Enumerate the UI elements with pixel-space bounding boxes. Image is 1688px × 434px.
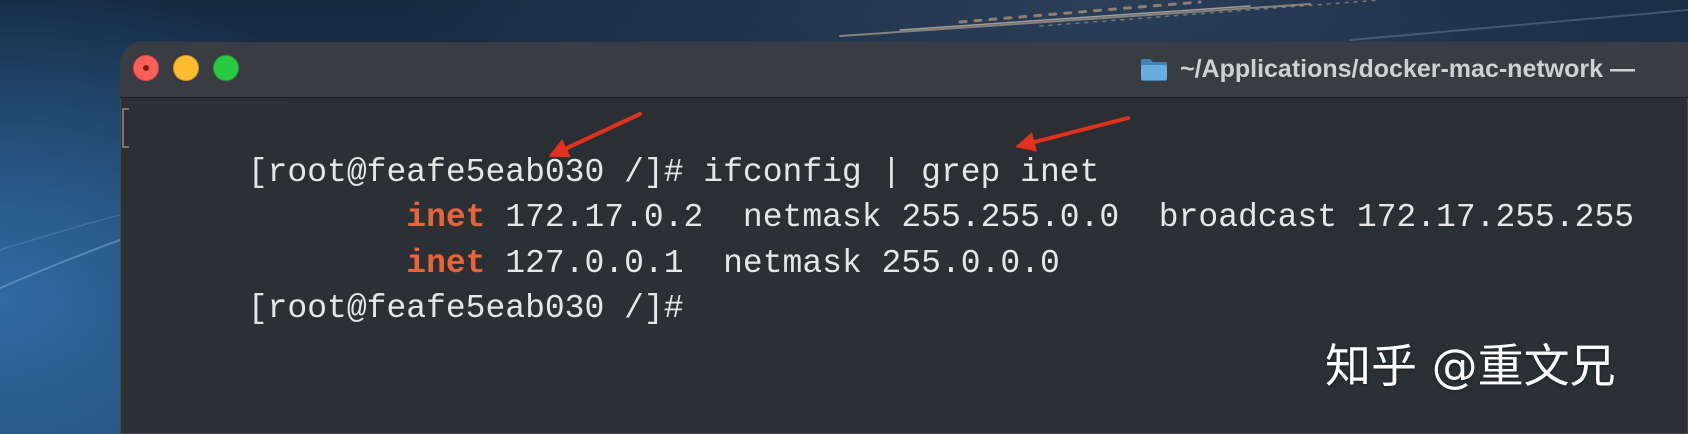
- close-icon: [143, 65, 149, 71]
- output-keyword: inet: [406, 199, 486, 236]
- command-text: ifconfig | grep inet: [683, 153, 1100, 191]
- command-mark-indicator: [122, 108, 129, 148]
- output-indent: [248, 199, 406, 236]
- output-text: 172.17.0.2 netmask 255.255.0.0 broadcast…: [485, 199, 1635, 236]
- window-title: ~/Applications/docker-mac-network —: [1180, 55, 1635, 83]
- title-bar[interactable]: ~/Applications/docker-mac-network —: [120, 42, 1688, 98]
- terminal-line: [root@feafe5eab030 /]# ifconfig | grep i…: [129, 104, 1688, 191]
- minimize-button[interactable]: [173, 55, 199, 81]
- shell-prompt: [root@feafe5eab030 /]#: [247, 290, 684, 327]
- watermark: 知乎 @重文兄: [1325, 339, 1616, 393]
- close-button[interactable]: [133, 55, 159, 81]
- zoom-button[interactable]: [213, 55, 239, 81]
- shell-prompt: [root@feafe5eab030 /]#: [247, 153, 684, 191]
- folder-icon: [1141, 59, 1167, 81]
- output-text: 127.0.0.1 netmask 255.0.0.0: [485, 244, 1060, 282]
- output-keyword: inet: [406, 244, 486, 282]
- output-indent: [248, 245, 406, 282]
